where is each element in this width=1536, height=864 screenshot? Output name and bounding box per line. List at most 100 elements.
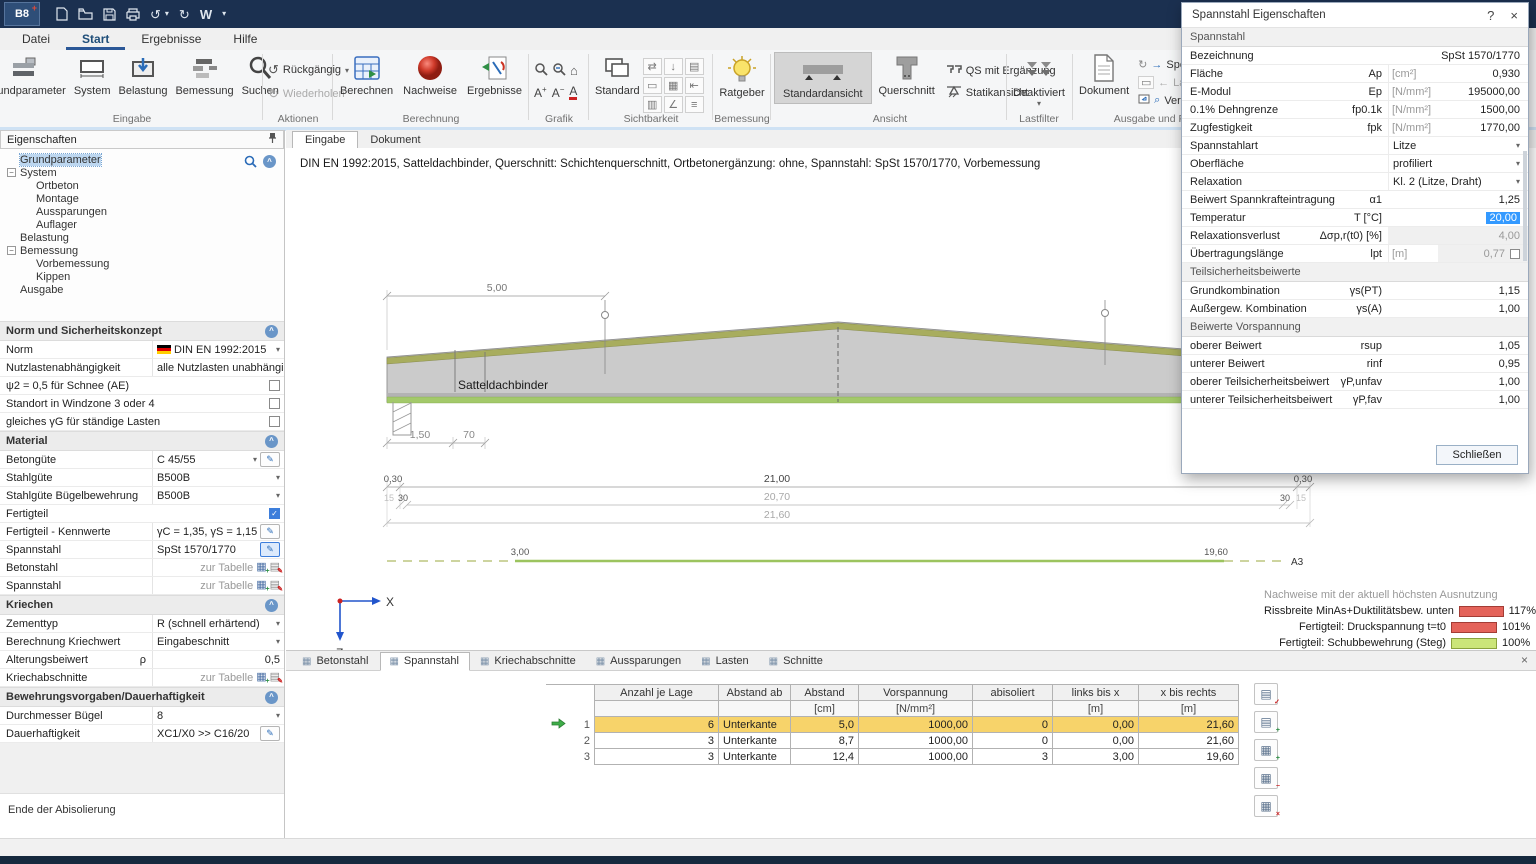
add-table-button[interactable]: ▤+ [1254, 711, 1278, 733]
system-button[interactable]: System [71, 52, 114, 98]
font-color-icon[interactable]: A [569, 85, 577, 100]
toggle-axis-icon[interactable]: ∠ [664, 96, 683, 113]
undo-dropdown-icon[interactable]: ▾ [165, 10, 169, 18]
cell-x-bis-rechts[interactable]: 21,60 [1139, 717, 1239, 733]
relaxation-select[interactable]: Kl. 2 (Litze, Draht)▾ [1388, 173, 1528, 190]
edit-table-button[interactable]: ▤✓ [1254, 683, 1278, 705]
temperatur-field[interactable]: 20,00 [1388, 209, 1528, 226]
edit-table-icon[interactable]: ▤✎ [270, 580, 280, 591]
tree-item-aussparungen[interactable]: Aussparungen [0, 205, 284, 218]
emodul-value[interactable]: 195000,00 [1438, 83, 1528, 100]
dialog-scrollbar[interactable] [1523, 151, 1527, 261]
cell-abisoliert[interactable]: 0 [973, 717, 1053, 733]
cell-abstand-ab[interactable]: Unterkante [719, 749, 791, 765]
tree-item-kippen[interactable]: Kippen [0, 270, 284, 283]
tree-search-icon[interactable] [244, 155, 257, 171]
norm-select[interactable]: DIN EN 1992:2015 ▾ [152, 341, 284, 358]
cell-x-bis-rechts[interactable]: 21,60 [1139, 733, 1239, 749]
cell-vorspannung[interactable]: 1000,00 [859, 749, 973, 765]
standardansicht-button[interactable]: Standardansicht [774, 52, 872, 104]
tree-item-auflager[interactable]: Auflager [0, 218, 284, 231]
redo-button[interactable]: ↻ Wiederholen [268, 86, 330, 102]
tab-hilfe[interactable]: Hilfe [217, 29, 273, 50]
toggle-labels-icon[interactable]: ▤ [685, 58, 704, 75]
close-panel-icon[interactable]: × [1521, 653, 1528, 667]
tab-schnitte[interactable]: ▦Schnitte [761, 653, 833, 670]
gamma-fav-value[interactable]: 1,00 [1388, 391, 1528, 408]
toggle-section-icon[interactable]: ▥ [643, 96, 662, 113]
collapse-section-icon[interactable]: ^ [265, 691, 278, 704]
zugfestigkeit-value[interactable]: 1770,00 [1438, 119, 1528, 136]
clear-table-button[interactable]: ▦× [1254, 795, 1278, 817]
spannstahl-edit-button[interactable]: ✎ [260, 542, 280, 557]
fertigteil-checkbox[interactable]: ✓ [269, 508, 280, 519]
oberflaeche-select[interactable]: profiliert▾ [1388, 155, 1528, 172]
delete-row-button[interactable]: ▦− [1254, 767, 1278, 789]
windzone-checkbox[interactable] [269, 398, 280, 409]
stahlguete-select[interactable]: B500B ▾ [152, 469, 284, 486]
row-number[interactable]: 2 [570, 733, 594, 749]
tab-spannstahl[interactable]: ▦Spannstahl [380, 652, 470, 671]
cell-abstand-ab[interactable]: Unterkante [719, 717, 791, 733]
zoom-home-icon[interactable]: ⌂ [570, 63, 578, 78]
tab-datei[interactable]: Datei [6, 29, 66, 50]
insert-row-button[interactable]: ▦+ [1254, 739, 1278, 761]
cell-anzahl[interactable]: 6 [594, 717, 719, 733]
cell-abisoliert[interactable]: 0 [973, 733, 1053, 749]
ratgeber-button[interactable]: Ratgeber [714, 54, 770, 100]
dialog-help-icon[interactable]: ? [1487, 8, 1494, 23]
tree-item-montage[interactable]: Montage [0, 192, 284, 205]
ergebnisse-button[interactable]: Ergebnisse [464, 52, 525, 98]
zoom-window-icon[interactable] [552, 62, 566, 79]
bezeichnung-value[interactable]: SpSt 1570/1770 [1388, 47, 1528, 64]
section-bewehrung-header[interactable]: Bewehrungsvorgaben/Dauerhaftigkeit ^ [0, 687, 284, 707]
redo-icon[interactable]: ↻ [179, 8, 190, 21]
tree-item-grundparameter[interactable]: Grundparameter [0, 153, 284, 166]
tab-kriechabschnitte[interactable]: ▦Kriechabschnitte [472, 653, 586, 670]
toggle-loads-icon[interactable]: ↓ [664, 58, 683, 75]
edit-table-icon[interactable]: ▤✎ [270, 562, 280, 573]
querschnitt-button[interactable]: Querschnitt [876, 52, 938, 98]
cell-vorspannung[interactable]: 1000,00 [859, 733, 973, 749]
word-export-icon[interactable]: W [200, 8, 212, 21]
standard-visibility-button[interactable]: Standard [592, 52, 643, 98]
betonguete-edit-button[interactable]: ✎ [260, 452, 280, 467]
tree-item-ortbeton[interactable]: Ortbeton [0, 179, 284, 192]
gammag-checkbox[interactable] [269, 416, 280, 427]
alpha1-value[interactable]: 1,25 [1388, 191, 1528, 208]
gamma-a-value[interactable]: 1,00 [1388, 300, 1528, 317]
gamma-unfav-value[interactable]: 1,00 [1388, 373, 1528, 390]
grundparameter-button[interactable]: Grundparameter [0, 52, 69, 98]
row-number[interactable]: 1 [570, 717, 594, 733]
uebertragungslaenge-checkbox[interactable] [1510, 249, 1520, 259]
customize-toolbar-icon[interactable]: ▾ [222, 10, 226, 18]
dokument-button[interactable]: Dokument [1076, 52, 1132, 98]
save-icon[interactable] [103, 8, 116, 21]
tree-expand-icon[interactable]: − [7, 246, 16, 255]
tree-item-belastung[interactable]: Belastung [0, 231, 284, 244]
spannstahlart-select[interactable]: Litze▾ [1388, 137, 1528, 154]
dialog-title-bar[interactable]: Spannstahl Eigenschaften ? × [1182, 3, 1528, 28]
belastung-button[interactable]: Belastung [116, 52, 171, 98]
print-icon[interactable] [126, 8, 140, 21]
tree-item-bemessung[interactable]: −Bemessung [0, 244, 284, 257]
cell-links-bis-x[interactable]: 0,00 [1053, 733, 1139, 749]
new-file-icon[interactable] [56, 7, 68, 21]
tree-item-system[interactable]: −System [0, 166, 284, 179]
font-increase-icon[interactable]: A+ [534, 85, 547, 100]
tree-expand-icon[interactable]: − [7, 168, 16, 177]
collapse-section-icon[interactable]: ^ [265, 599, 278, 612]
cell-links-bis-x[interactable]: 3,00 [1053, 749, 1139, 765]
edit-table-icon[interactable]: ▤✎ [270, 672, 280, 683]
tab-start[interactable]: Start [66, 29, 125, 50]
rsup-value[interactable]: 1,05 [1388, 337, 1528, 354]
tab-ergebnisse[interactable]: Ergebnisse [125, 29, 217, 50]
table-icon[interactable]: ▦+ [256, 562, 266, 573]
app-logo[interactable]: B8 + [4, 2, 40, 26]
cell-x-bis-rechts[interactable]: 19,60 [1139, 749, 1239, 765]
schliessen-button[interactable]: Schließen [1436, 445, 1518, 465]
cell-vorspannung[interactable]: 1000,00 [859, 717, 973, 733]
zementtyp-select[interactable]: R (schnell erhärtend) ▾ [152, 615, 284, 632]
collapse-section-icon[interactable]: ^ [265, 325, 278, 338]
tree-item-vorbemessung[interactable]: Vorbemessung [0, 257, 284, 270]
